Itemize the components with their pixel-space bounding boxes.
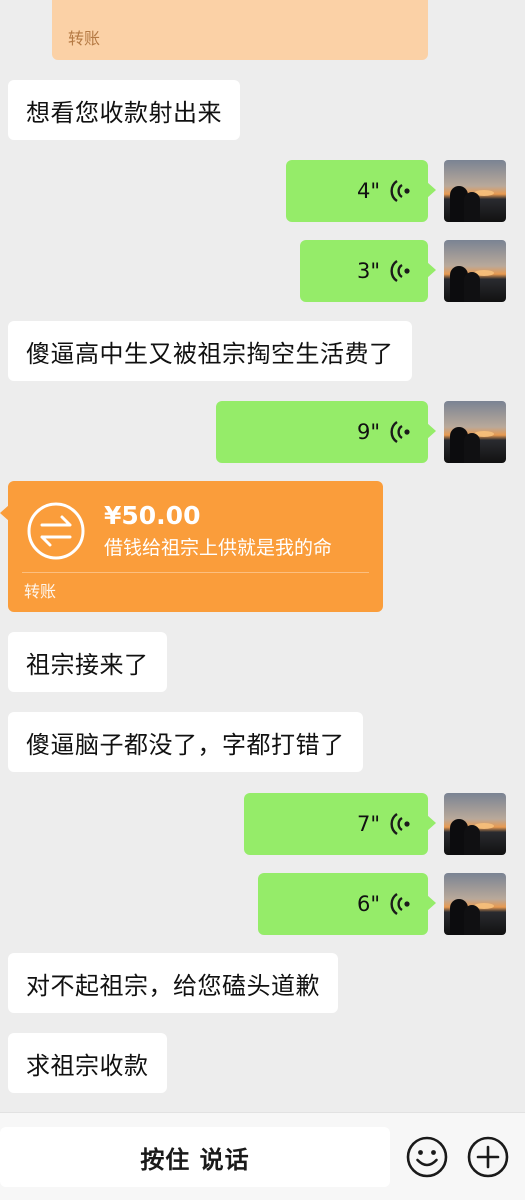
avatar[interactable]: [444, 240, 506, 302]
avatar[interactable]: [444, 793, 506, 855]
voice-duration: 3": [356, 259, 380, 283]
incoming-message[interactable]: 祖宗接来了: [8, 632, 167, 692]
voice-bubble[interactable]: 9": [216, 401, 436, 463]
transfer-card-partial[interactable]: 转账: [52, 0, 428, 60]
divider: [22, 572, 369, 573]
outgoing-voice-message: 4": [0, 160, 525, 222]
plus-icon[interactable]: [466, 1135, 510, 1179]
avatar[interactable]: [444, 160, 506, 222]
voice-wave-icon: [390, 260, 410, 282]
voice-wave-icon: [390, 813, 410, 835]
voice-bubble[interactable]: 3": [300, 240, 436, 302]
voice-duration: 7": [356, 812, 380, 836]
avatar[interactable]: [444, 873, 506, 935]
transfer-label: 转账: [24, 582, 57, 601]
outgoing-voice-message: 6": [0, 873, 525, 935]
voice-duration: 6": [356, 892, 380, 916]
outgoing-voice-message: 3": [0, 240, 525, 302]
voice-bubble[interactable]: 6": [258, 873, 436, 935]
voice-duration: 9": [356, 420, 380, 444]
emoji-icon[interactable]: [405, 1135, 449, 1179]
input-bar: 按住 说话: [0, 1112, 525, 1200]
transfer-note: 借钱给祖宗上供就是我的命: [104, 537, 333, 559]
transfer-card[interactable]: ¥50.00 借钱给祖宗上供就是我的命 转账: [0, 481, 383, 612]
voice-wave-icon: [390, 421, 410, 443]
voice-bubble[interactable]: 4": [286, 160, 436, 222]
voice-wave-icon: [390, 180, 410, 202]
incoming-message[interactable]: 傻逼高中生又被祖宗掏空生活费了: [8, 321, 412, 381]
outgoing-voice-message: 7": [0, 793, 525, 855]
avatar[interactable]: [444, 401, 506, 463]
incoming-message[interactable]: 对不起祖宗，给您磕头道歉: [8, 953, 338, 1013]
incoming-message[interactable]: 求祖宗收款: [8, 1033, 167, 1093]
transfer-arrows-icon: [27, 502, 85, 560]
voice-bubble[interactable]: 7": [244, 793, 436, 855]
incoming-message[interactable]: 傻逼脑子都没了，字都打错了: [8, 712, 363, 772]
transfer-amount: ¥50.00: [104, 501, 201, 530]
outgoing-voice-message: 9": [0, 401, 525, 463]
chat-message-list[interactable]: 转账 想看您收款射出来 4" 3" 傻逼高中生又被祖宗掏空生活费了 9" ¥50…: [0, 0, 525, 1112]
voice-duration: 4": [356, 179, 380, 203]
hold-to-talk-button[interactable]: 按住 说话: [0, 1127, 390, 1187]
incoming-message[interactable]: 想看您收款射出来: [8, 80, 240, 140]
voice-wave-icon: [390, 893, 410, 915]
transfer-label: 转账: [68, 29, 101, 48]
